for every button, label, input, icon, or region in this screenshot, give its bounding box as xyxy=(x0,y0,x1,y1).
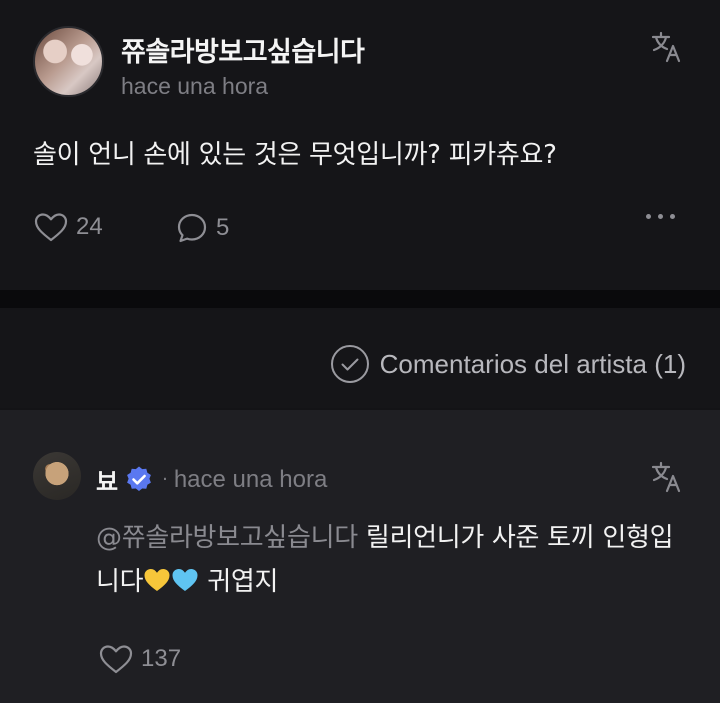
reply-text-part2: 귀엽지 xyxy=(199,567,279,597)
post-author-name[interactable]: 쮸솔라방보고싶습니다 xyxy=(121,30,365,69)
post-timestamp: hace una hora xyxy=(121,73,269,99)
reply-like-button[interactable]: 137 xyxy=(99,644,181,674)
reply-header: 뵤 · hace una hora xyxy=(96,462,327,497)
reply-author-name[interactable]: 뵤 xyxy=(96,462,118,497)
reply-mention[interactable]: @쮸솔라방보고싶습니다 xyxy=(96,523,358,553)
heart-icon xyxy=(99,645,133,674)
comment-button[interactable]: 5 xyxy=(176,212,229,244)
artist-comments-label: Comentarios del artista (1) xyxy=(379,348,686,379)
more-icon[interactable] xyxy=(646,214,675,219)
artist-comments-toggle[interactable]: Comentarios del artista (1) xyxy=(330,344,686,384)
reply-timestamp: hace una hora xyxy=(173,465,328,493)
like-button[interactable]: 24 xyxy=(34,212,103,242)
comment-icon xyxy=(177,213,207,243)
yellow-heart-emoji xyxy=(144,569,170,591)
verified-badge-icon xyxy=(127,466,151,491)
reply-body: @쮸솔라방보고싶습니다 릴리언니가 사준 토끼 인형입니다 귀엽지 xyxy=(96,516,686,604)
heart-icon xyxy=(34,213,68,242)
check-circle-icon xyxy=(330,345,369,383)
like-count: 24 xyxy=(76,213,103,240)
translate-icon[interactable] xyxy=(650,460,684,494)
blue-heart-emoji xyxy=(172,569,198,591)
reply-author-avatar[interactable] xyxy=(33,452,81,500)
comment-count: 5 xyxy=(216,214,230,241)
reply-like-count: 137 xyxy=(141,645,182,672)
artist-comments-bar[interactable]: Comentarios del artista (1) xyxy=(0,308,720,408)
section-divider xyxy=(0,290,720,308)
post-author-avatar[interactable] xyxy=(33,26,104,97)
separator-dot: · xyxy=(162,469,168,490)
post-body: 솔이 언니 손에 있는 것은 무엇입니까? 피카츄요? xyxy=(33,140,557,170)
post-card: 쮸솔라방보고싶습니다 hace una hora 솔이 언니 손에 있는 것은 … xyxy=(0,0,720,290)
artist-reply: 뵤 · hace una hora @쮸솔라방보고싶습니다 릴리언니가 사준 토… xyxy=(0,410,720,703)
translate-icon[interactable] xyxy=(650,30,684,64)
